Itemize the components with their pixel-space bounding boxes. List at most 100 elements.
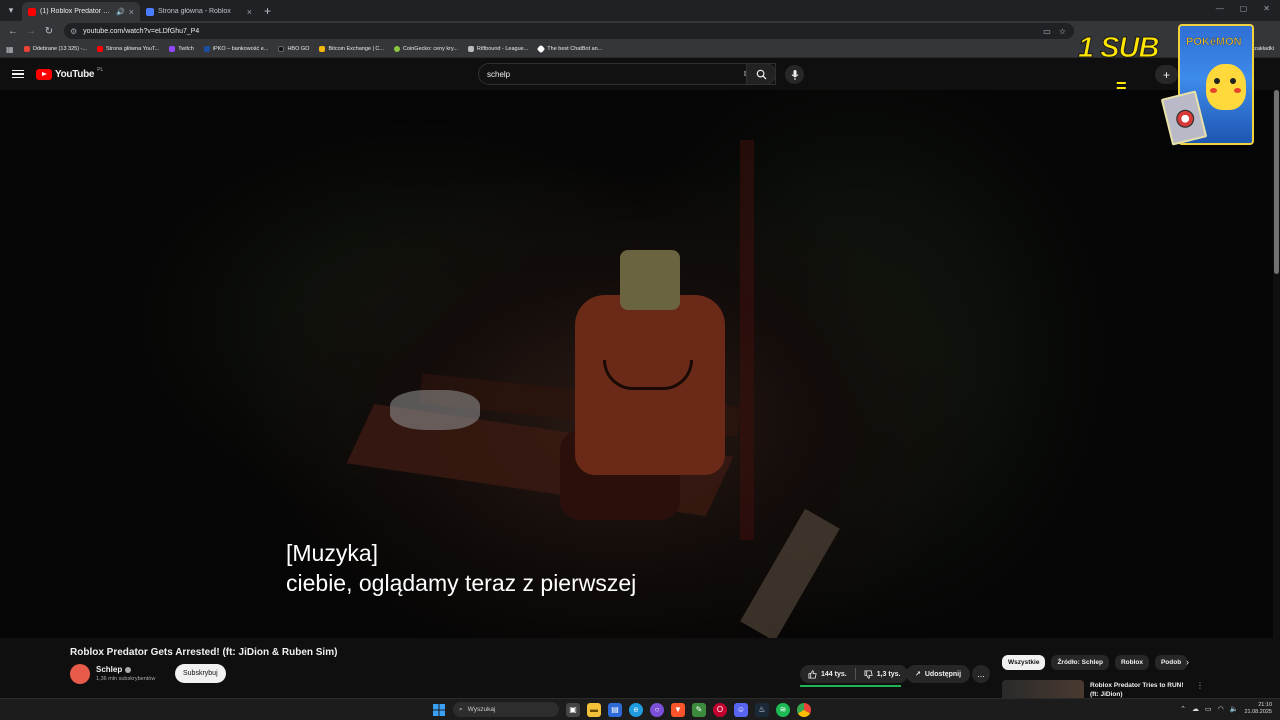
youtube-play-icon — [36, 68, 52, 80]
battery-icon[interactable]: ▭ — [1205, 705, 1212, 713]
speaker-icon[interactable]: 🔊 — [116, 8, 125, 16]
notepad-icon[interactable]: ✎ — [692, 702, 706, 717]
bookmark-label: Bitcoin Exchange | C... — [328, 46, 384, 52]
omnibox-actions: ▭ ☆ — [1043, 27, 1074, 36]
browser-tabbar: ▾ (1) Roblox Predator Gets Ar... 🔊 × Str… — [0, 0, 1280, 21]
discord-icon[interactable]: ☺ — [734, 702, 748, 717]
video-player[interactable]: [Muzyka] ciebie, oglądamy teraz z pierws… — [0, 90, 1280, 638]
bookmark-label: Riftbound - League... — [476, 46, 529, 52]
roblox-favicon-icon — [146, 7, 154, 16]
voice-search-button[interactable] — [785, 65, 804, 84]
back-icon[interactable]: ← — [4, 26, 22, 37]
twitch-icon — [169, 46, 176, 52]
brave-icon[interactable]: ▼ — [671, 702, 685, 717]
task-view-icon[interactable]: ▣ — [566, 702, 580, 717]
app-circle-icon[interactable]: ○ — [650, 702, 664, 717]
edge-icon[interactable]: e — [629, 702, 643, 717]
windows-start-icon[interactable] — [432, 703, 446, 717]
riftbound-icon — [467, 46, 474, 52]
video-captions: [Muzyka] ciebie, oglądamy teraz z pierws… — [286, 538, 636, 598]
maximize-icon[interactable]: ▢ — [1240, 4, 1248, 13]
chip-roblox[interactable]: Roblox — [1114, 655, 1149, 670]
bookmark-item[interactable]: Riftbound - League... — [467, 46, 529, 52]
tab-search-button[interactable]: ▾ — [0, 0, 22, 21]
chevron-right-icon[interactable]: › — [1186, 657, 1189, 667]
recommended-thumbnail[interactable] — [1002, 680, 1084, 698]
scrollbar-thumb[interactable] — [1274, 90, 1279, 274]
spotify-icon[interactable]: ≋ — [776, 702, 790, 717]
chip-from-channel[interactable]: Źródło: Schlep — [1051, 655, 1109, 670]
recommended-title[interactable]: Roblox Predator Tries to RUN! (ft: JiDio… — [1090, 681, 1190, 699]
microphone-icon — [791, 69, 798, 80]
steam-icon[interactable]: ♨ — [755, 702, 769, 717]
bookmark-item[interactable]: Odebrane (13 325) -... — [23, 46, 87, 52]
minimize-icon[interactable]: — — [1216, 4, 1224, 13]
more-vert-icon[interactable]: ⋮ — [1196, 681, 1204, 690]
close-window-icon[interactable]: ✕ — [1263, 4, 1270, 13]
close-tab-icon[interactable]: × — [247, 7, 252, 17]
bookmark-star-icon[interactable]: ☆ — [1059, 27, 1066, 36]
tab-roblox[interactable]: Strona główna - Roblox × — [140, 2, 258, 21]
bookmark-label: The best ChatBot an... — [547, 46, 603, 52]
scene-rag — [390, 390, 480, 430]
reload-icon[interactable]: ↻ — [40, 26, 58, 37]
bookmark-item[interactable]: Twitch — [169, 46, 194, 52]
search-button[interactable] — [746, 63, 776, 85]
clock[interactable]: 21:10 21.08.2025 — [1244, 702, 1272, 716]
system-tray: ⌃ ☁ ▭ ◠ 🔈 21:10 21.08.2025 — [1180, 702, 1272, 716]
close-tab-icon[interactable]: × — [129, 7, 134, 17]
apps-icon[interactable]: ▦ — [6, 45, 14, 54]
chatbot-icon — [537, 44, 546, 54]
watch-metadata: Roblox Predator Gets Arrested! (ft: JiDi… — [0, 638, 1280, 698]
opera-icon[interactable]: O — [713, 702, 727, 717]
search-input[interactable]: schelp ⌨ ✕ — [478, 63, 776, 85]
youtube-icon — [96, 46, 103, 52]
file-explorer-icon[interactable]: ▬ — [587, 702, 601, 717]
youtube-logo[interactable]: YouTube PL — [36, 67, 104, 80]
chip-related[interactable]: Podob — [1154, 655, 1188, 670]
channel-name[interactable]: Schlep — [96, 665, 132, 674]
volume-icon[interactable]: 🔈 — [1230, 705, 1239, 713]
site-info-icon[interactable]: ⚙ — [70, 27, 77, 36]
channel-avatar[interactable] — [70, 664, 90, 684]
store-icon[interactable]: ▤ — [608, 702, 622, 717]
share-button[interactable]: ↗ Udostępnij — [906, 665, 971, 683]
scene-plank — [740, 508, 840, 638]
chip-all[interactable]: Wszystkie — [1002, 655, 1046, 670]
dislike-button[interactable]: 1,3 tys. — [856, 665, 909, 683]
verified-icon — [125, 666, 132, 673]
bookmark-item[interactable]: iPKO – bankowość e... — [203, 46, 269, 52]
windows-taskbar: ⌕ Wyszukaj ▣ ▬ ▤ e ○ ▼ ✎ O ☺ ♨ ≋ ⌃ ☁ ▭ ◠… — [0, 698, 1280, 720]
more-actions-button[interactable]: ... — [972, 665, 990, 683]
taskbar-search[interactable]: ⌕ Wyszukaj — [453, 702, 559, 717]
cloud-icon[interactable]: ☁ — [1192, 705, 1199, 713]
chrome-icon[interactable] — [797, 702, 811, 717]
address-bar[interactable]: ⚙ youtube.com/watch?v=eLDfGhu7_P4 ▭ ☆ — [64, 23, 1074, 39]
forward-icon[interactable]: → — [22, 26, 40, 37]
bookmark-item[interactable]: CoinGecko: ceny kry... — [394, 46, 458, 52]
bookmark-item[interactable]: Bitcoin Exchange | C... — [319, 46, 384, 52]
like-button[interactable]: 144 tys. — [800, 665, 855, 683]
bookmark-label: iPKO – bankowość e... — [212, 46, 269, 52]
promo-equals: = — [1116, 76, 1127, 96]
region-code: PL — [97, 67, 104, 73]
bookmark-label: HBO GO — [287, 46, 310, 52]
scene-post — [740, 140, 754, 540]
bookmark-item[interactable]: The best ChatBot an... — [537, 44, 603, 54]
related-filter-chips: Wszystkie Źródło: Schlep Roblox Podob — [1002, 655, 1188, 670]
bookmark-label: Odebrane (13 325) -... — [32, 46, 87, 52]
page-scrollbar[interactable] — [1273, 90, 1280, 698]
bookmark-label: Twitch — [178, 46, 194, 52]
bookmark-item[interactable]: HBO GO — [278, 46, 309, 52]
new-tab-button[interactable]: + — [258, 4, 277, 18]
wifi-icon[interactable]: ◠ — [1218, 705, 1224, 713]
menu-icon[interactable] — [12, 69, 24, 79]
video-title: Roblox Predator Gets Arrested! (ft: JiDi… — [70, 647, 338, 658]
chevron-up-icon[interactable]: ⌃ — [1180, 705, 1186, 713]
tab-youtube[interactable]: (1) Roblox Predator Gets Ar... 🔊 × — [22, 2, 140, 21]
subscribe-button[interactable]: Subskrybuj — [175, 664, 226, 683]
taskbar-apps: ⌕ Wyszukaj ▣ ▬ ▤ e ○ ▼ ✎ O ☺ ♨ ≋ — [432, 702, 811, 717]
coingecko-icon — [394, 46, 400, 52]
cast-icon[interactable]: ▭ — [1043, 27, 1051, 36]
bookmark-item[interactable]: Strona główna YouT... — [96, 46, 159, 52]
